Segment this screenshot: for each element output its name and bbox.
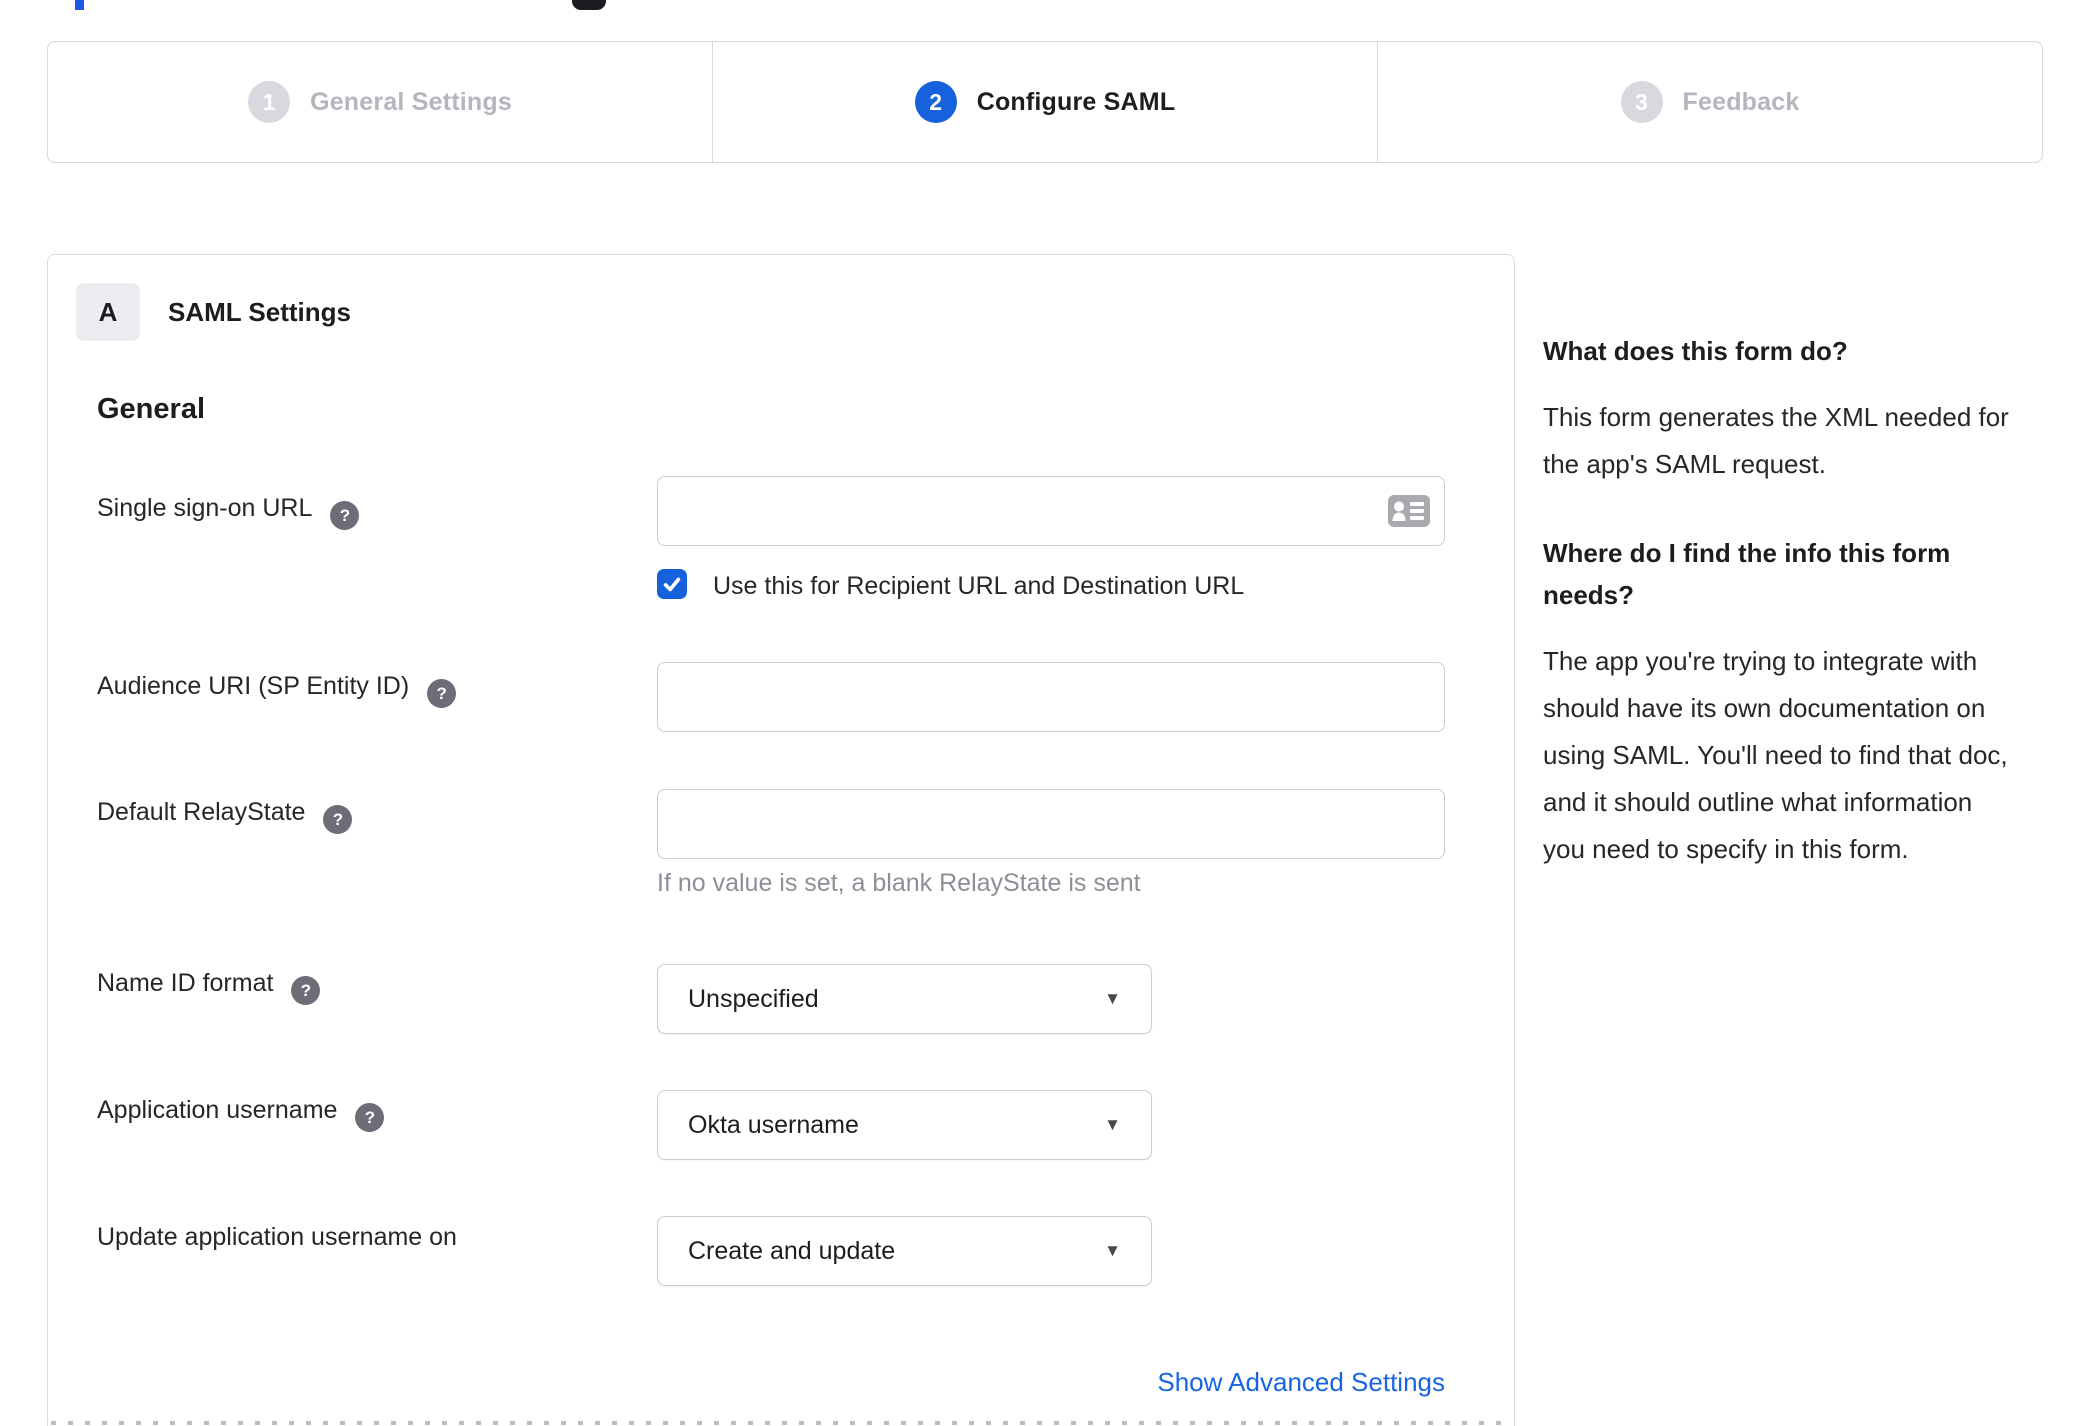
- select-value: Create and update: [688, 1236, 896, 1265]
- general-group-title: General: [97, 393, 205, 425]
- select-value: Okta username: [688, 1110, 859, 1139]
- help-sidebar: What does this form do? This form genera…: [1543, 330, 2021, 917]
- show-advanced-settings-link[interactable]: Show Advanced Settings: [657, 1367, 1445, 1398]
- cropped-app-icon-fragment: [572, 0, 606, 10]
- sso-url-label: Single sign-on URL?: [97, 494, 360, 530]
- section-title: SAML Settings: [168, 297, 351, 327]
- wizard-stepper: 1 General Settings 2 Configure SAML 3 Fe…: [47, 41, 2043, 163]
- step-label: General Settings: [310, 87, 512, 116]
- relaystate-help-icon[interactable]: ?: [323, 805, 353, 834]
- help-heading-where: Where do I find the info this form needs…: [1543, 538, 1951, 610]
- relaystate-hint: If no value is set, a blank RelayState i…: [657, 869, 1141, 897]
- help-heading-what: What does this form do?: [1543, 336, 1848, 366]
- update-username-select[interactable]: Create and update ▼: [657, 1216, 1152, 1286]
- saml-settings-panel: A SAML Settings General Single sign-on U…: [47, 254, 1515, 1426]
- step-label: Configure SAML: [976, 87, 1176, 116]
- checkmark-icon: [663, 577, 681, 592]
- step-number-badge: 1: [248, 81, 291, 123]
- relaystate-label: Default RelayState?: [97, 798, 353, 834]
- chevron-down-icon: ▼: [1104, 1241, 1121, 1260]
- step-general-settings[interactable]: 1 General Settings: [48, 42, 712, 162]
- app-username-select[interactable]: Okta username ▼: [657, 1090, 1152, 1160]
- help-text-what: This form generates the XML needed for t…: [1543, 402, 2009, 479]
- step-feedback[interactable]: 3 Feedback: [1377, 42, 2042, 162]
- update-username-label: Update application username on: [97, 1223, 457, 1251]
- recipient-url-checkbox[interactable]: [657, 569, 687, 599]
- cropped-logo-fragment: [75, 0, 84, 10]
- step-configure-saml[interactable]: 2 Configure SAML: [712, 42, 1377, 162]
- chevron-down-icon: ▼: [1104, 989, 1121, 1008]
- audience-uri-label: Audience URI (SP Entity ID)?: [97, 672, 457, 708]
- audience-uri-input[interactable]: [657, 662, 1445, 732]
- section-dotted-divider: [51, 1421, 1511, 1425]
- step-label: Feedback: [1682, 87, 1800, 116]
- chevron-down-icon: ▼: [1104, 1115, 1121, 1134]
- section-badge: A: [76, 283, 140, 341]
- saml-wizard-screen: 1 General Settings 2 Configure SAML 3 Fe…: [0, 0, 2092, 1426]
- audience-help-icon[interactable]: ?: [427, 679, 457, 708]
- step-number-badge: 3: [1620, 81, 1663, 123]
- recipient-url-checkbox-label: Use this for Recipient URL and Destinati…: [713, 572, 1245, 600]
- relaystate-input[interactable]: [657, 789, 1445, 859]
- app-username-label: Application username?: [97, 1096, 385, 1132]
- contact-card-icon[interactable]: [1388, 495, 1430, 527]
- nameid-format-label: Name ID format?: [97, 969, 321, 1005]
- step-number-badge: 2: [914, 81, 957, 123]
- sso-help-icon[interactable]: ?: [330, 501, 360, 530]
- help-text-where: The app you're trying to integrate with …: [1543, 646, 2008, 864]
- sso-url-input[interactable]: [657, 476, 1445, 546]
- select-value: Unspecified: [688, 984, 819, 1013]
- nameid-help-icon[interactable]: ?: [291, 976, 321, 1005]
- nameid-format-select[interactable]: Unspecified ▼: [657, 964, 1152, 1034]
- app-username-help-icon[interactable]: ?: [355, 1103, 385, 1132]
